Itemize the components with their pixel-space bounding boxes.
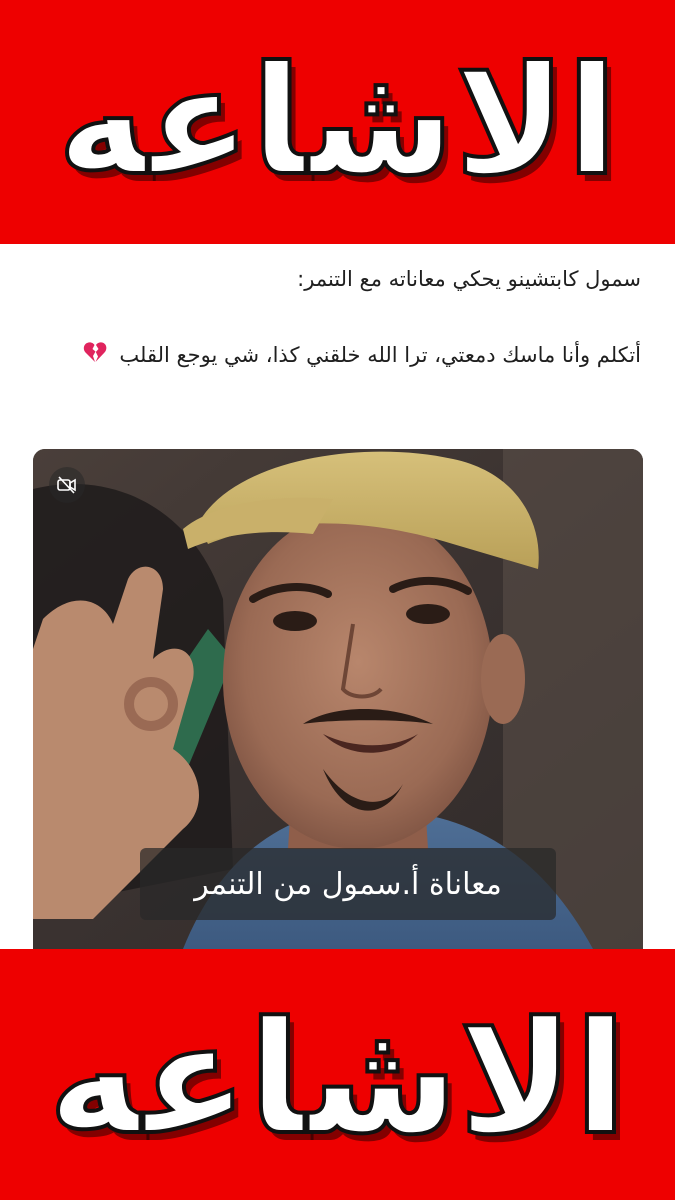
video-player[interactable]: معاناة أ.سمول من التنمر [33, 449, 643, 949]
bottom-banner-title: الاشاعه [46, 988, 629, 1169]
post-headline: سمول كابتشينو يحكي معاناته مع التنمر: [297, 267, 641, 291]
top-banner: الاشاعه [0, 0, 675, 244]
post-card: سمول كابتشينو يحكي معاناته مع التنمر: أت… [0, 244, 675, 949]
post-body: أتكلم وأنا ماسك دمعتي، ترا الله خلقني كذ… [31, 338, 641, 373]
muted-video-icon[interactable] [49, 467, 85, 503]
bottom-banner: الاشاعه [0, 949, 675, 1200]
broken-heart-icon [83, 339, 107, 373]
top-banner-title: الاشاعه [55, 35, 619, 209]
post-body-text: أتكلم وأنا ماسك دمعتي، ترا الله خلقني كذ… [119, 343, 641, 367]
video-caption: معاناة أ.سمول من التنمر [140, 848, 556, 920]
